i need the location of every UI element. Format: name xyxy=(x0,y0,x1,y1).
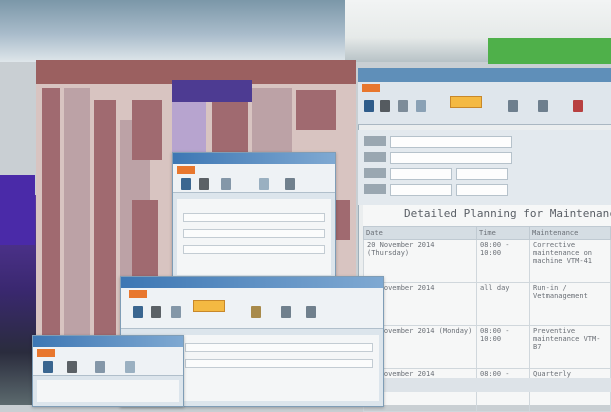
form-field[interactable] xyxy=(390,152,512,164)
grid-cell xyxy=(132,200,158,280)
ribbon-file-tab[interactable] xyxy=(37,349,55,357)
green-toolbar-strip xyxy=(488,38,611,64)
export-icon[interactable] xyxy=(306,306,316,318)
dialog-field[interactable] xyxy=(185,359,373,368)
cut-icon[interactable] xyxy=(67,361,77,373)
table-cell: 08:00 - 10:00 xyxy=(476,239,530,283)
cut-icon[interactable] xyxy=(199,178,209,190)
save-icon[interactable] xyxy=(181,178,191,190)
save-icon[interactable] xyxy=(43,361,53,373)
grid-cell xyxy=(132,100,162,160)
column-header: Time xyxy=(476,226,530,240)
cut-icon[interactable] xyxy=(151,306,161,318)
paste-icon[interactable] xyxy=(251,306,261,318)
form-field[interactable] xyxy=(390,136,512,148)
dialog-body xyxy=(177,199,331,275)
dialog-field[interactable] xyxy=(183,245,325,254)
cut-icon[interactable] xyxy=(380,100,390,112)
form-label xyxy=(364,152,386,162)
form-field[interactable] xyxy=(456,168,508,180)
column-header: Maintenance xyxy=(529,226,611,240)
dialog-field[interactable] xyxy=(185,343,373,352)
dialog-title-bar xyxy=(33,336,183,347)
form-field[interactable] xyxy=(456,184,508,196)
form-field[interactable] xyxy=(390,184,452,196)
save-icon[interactable] xyxy=(133,306,143,318)
paste-icon[interactable] xyxy=(125,361,135,373)
table-row[interactable]: 24 November 2014 (Monday) 08:00 - 10:00 … xyxy=(363,325,611,369)
export-icon[interactable] xyxy=(538,100,548,112)
app-ribbon xyxy=(358,82,611,125)
dialog-ribbon xyxy=(121,288,383,329)
table-cell: all day xyxy=(476,282,530,326)
dialog-window xyxy=(172,152,336,282)
table-cell: Preventive maintenance VTM-B7 xyxy=(529,325,611,369)
table-cell: Corrective maintenance on machine VTM-41 xyxy=(529,239,611,283)
ribbon-file-tab[interactable] xyxy=(129,290,147,298)
column-header: Date xyxy=(363,226,477,240)
table-row[interactable]: 22 November 2014 all day Run-in / Vetman… xyxy=(363,282,611,326)
table-cell: 08:00 - 10:00 xyxy=(476,325,530,369)
close-icon[interactable] xyxy=(573,100,583,112)
copy-icon[interactable] xyxy=(171,306,181,318)
dialog-field[interactable] xyxy=(183,213,325,222)
grid-column xyxy=(94,100,116,370)
dialog-body xyxy=(37,380,179,402)
purple-patch xyxy=(0,175,35,245)
grid-cell xyxy=(212,100,248,160)
form-field[interactable] xyxy=(390,168,452,180)
selected-ribbon-button[interactable] xyxy=(193,300,225,312)
document-title: Detailed Planning for Maintenance xyxy=(404,207,611,220)
form-label xyxy=(364,168,386,178)
paste-icon[interactable] xyxy=(259,178,269,190)
grid-cell xyxy=(296,90,336,130)
print-icon[interactable] xyxy=(508,100,518,112)
copy-icon[interactable] xyxy=(221,178,231,190)
dialog-ribbon xyxy=(173,164,335,193)
table-cell: Run-in / Vetmanagement xyxy=(529,282,611,326)
ribbon-file-tab[interactable] xyxy=(177,166,195,174)
save-icon[interactable] xyxy=(364,100,374,112)
print-icon[interactable] xyxy=(281,306,291,318)
dialog-window xyxy=(32,335,184,407)
selected-ribbon-button[interactable] xyxy=(450,96,482,108)
dialog-title-bar xyxy=(173,153,335,164)
form-label xyxy=(364,184,386,194)
dialog-title-bar xyxy=(121,277,383,288)
table-row[interactable]: 20 November 2014 (Thursday) 08:00 - 10:0… xyxy=(363,239,611,283)
copy-icon[interactable] xyxy=(398,100,408,112)
paste-icon[interactable] xyxy=(416,100,426,112)
grid-cell xyxy=(336,200,350,240)
table-header-row: Date Time Maintenance xyxy=(363,226,611,240)
print-icon[interactable] xyxy=(285,178,295,190)
dialog-ribbon xyxy=(33,347,183,376)
form-label xyxy=(364,136,386,146)
copy-icon[interactable] xyxy=(95,361,105,373)
app-filter-form xyxy=(358,130,611,205)
app-title-bar xyxy=(358,68,611,82)
dialog-field[interactable] xyxy=(183,229,325,238)
grid-header-highlight xyxy=(172,80,252,102)
status-bar xyxy=(363,378,611,392)
ribbon-file-tab[interactable] xyxy=(362,84,380,92)
